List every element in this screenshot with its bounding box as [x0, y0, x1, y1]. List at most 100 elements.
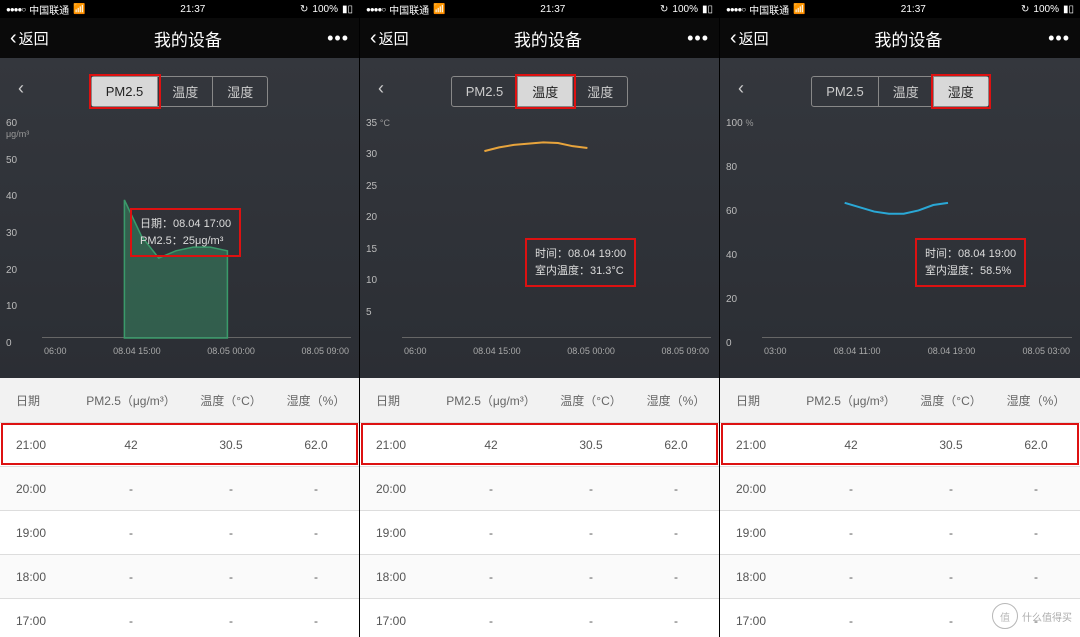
- table-row[interactable]: 19:00---: [0, 510, 359, 554]
- more-button[interactable]: •••: [1048, 28, 1070, 49]
- td-humid: -: [636, 526, 716, 540]
- table-row[interactable]: 21:004230.562.0: [0, 422, 359, 466]
- loading-icon: ↻: [300, 4, 308, 15]
- td-pm25: -: [796, 570, 906, 584]
- th-humid: 湿度（%）: [636, 392, 716, 409]
- tab-humid[interactable]: 湿度: [213, 77, 267, 106]
- page-title: 我的设备: [514, 26, 582, 51]
- td-temp: -: [546, 570, 636, 584]
- tab-pm25[interactable]: PM2.5: [452, 77, 519, 106]
- plot-area[interactable]: 03:0008.04 11:0008.04 19:0008.05 03:00: [762, 120, 1072, 338]
- x-tick: 06:00: [44, 346, 67, 356]
- carrier-label: 中国联通: [749, 2, 789, 17]
- td-pm25: -: [436, 526, 546, 540]
- tab-row: ‹ PM2.5温度湿度: [370, 76, 709, 107]
- back-button[interactable]: ‹返回: [370, 27, 409, 50]
- data-table[interactable]: 日期PM2.5（μg/m³）温度（°C）湿度（%）21:004230.562.0…: [0, 378, 359, 637]
- table-row[interactable]: 19:00---: [720, 510, 1080, 554]
- back-button[interactable]: ‹返回: [10, 27, 49, 50]
- wifi-icon: 📶: [73, 4, 85, 15]
- data-table[interactable]: 日期PM2.5（μg/m³）温度（°C）湿度（%）21:004230.562.0…: [720, 378, 1080, 637]
- chevron-left-icon[interactable]: ‹: [18, 78, 24, 99]
- table-row[interactable]: 18:00---: [720, 554, 1080, 598]
- x-tick: 08.05 09:00: [301, 346, 349, 356]
- x-tick: 08.04 11:00: [834, 346, 881, 356]
- battery-icon: ▮▯: [342, 4, 353, 15]
- th-temp: 温度（°C）: [906, 392, 996, 409]
- table-row[interactable]: 18:00---: [0, 554, 359, 598]
- table-row[interactable]: 19:00---: [360, 510, 719, 554]
- y-axis: 35 °C30252015105: [366, 118, 400, 338]
- td-humid: -: [996, 570, 1076, 584]
- plot-area[interactable]: 06:0008.04 15:0008.05 00:0008.05 09:00: [402, 120, 711, 338]
- td-temp: -: [186, 482, 276, 496]
- table-row[interactable]: 20:00---: [0, 466, 359, 510]
- table-row[interactable]: 17:00---: [0, 598, 359, 637]
- chevron-left-icon: ‹: [730, 27, 737, 50]
- tab-row: ‹ PM2.5温度湿度: [10, 76, 349, 107]
- td-humid: -: [276, 526, 356, 540]
- table-row[interactable]: 18:00---: [360, 554, 719, 598]
- tab-humid[interactable]: 湿度: [934, 77, 988, 106]
- x-ticks: 06:0008.04 15:0008.05 00:0008.05 09:00: [402, 346, 711, 356]
- x-ticks: 06:0008.04 15:0008.05 00:0008.05 09:00: [42, 346, 351, 356]
- td-pm25: -: [76, 482, 186, 496]
- chevron-left-icon[interactable]: ‹: [738, 78, 744, 99]
- td-temp: -: [906, 614, 996, 628]
- td-pm25: -: [76, 526, 186, 540]
- th-humid: 湿度（%）: [276, 392, 356, 409]
- more-button[interactable]: •••: [687, 28, 709, 49]
- td-pm25: -: [796, 614, 906, 628]
- chart-tooltip: 日期：08.04 17:00PM2.5：25μg/m³: [130, 208, 241, 257]
- table-row[interactable]: 20:00---: [720, 466, 1080, 510]
- table-row[interactable]: 17:00---: [720, 598, 1080, 637]
- table-row[interactable]: 17:00---: [360, 598, 719, 637]
- more-button[interactable]: •••: [327, 28, 349, 49]
- td-time: 19:00: [726, 526, 796, 540]
- tooltip-line-2: 室内湿度：58.5%: [925, 263, 1016, 280]
- back-label: 返回: [739, 28, 769, 49]
- td-time: 21:00: [726, 438, 796, 452]
- x-tick: 08.04 15:00: [473, 346, 521, 356]
- x-tick: 03:00: [764, 346, 787, 356]
- td-humid: 62.0: [636, 438, 716, 452]
- table-row[interactable]: 21:004230.562.0: [360, 422, 719, 466]
- th-humid: 湿度（%）: [996, 392, 1076, 409]
- tab-pm25[interactable]: PM2.5: [92, 77, 159, 106]
- td-temp: -: [906, 526, 996, 540]
- th-temp: 温度（°C）: [546, 392, 636, 409]
- th-pm25: PM2.5（μg/m³）: [76, 392, 186, 409]
- th-temp: 温度（°C）: [186, 392, 276, 409]
- tab-pm25[interactable]: PM2.5: [812, 77, 879, 106]
- table-row[interactable]: 21:004230.562.0: [720, 422, 1080, 466]
- tab-temp[interactable]: 温度: [158, 77, 213, 106]
- td-humid: -: [276, 614, 356, 628]
- td-time: 20:00: [366, 482, 436, 496]
- tab-humid[interactable]: 湿度: [573, 77, 627, 106]
- page-title: 我的设备: [154, 26, 222, 51]
- th-date: 日期: [366, 392, 436, 409]
- td-time: 19:00: [6, 526, 76, 540]
- td-humid: -: [276, 482, 356, 496]
- td-humid: -: [996, 482, 1076, 496]
- td-temp: -: [906, 482, 996, 496]
- chevron-left-icon[interactable]: ‹: [378, 78, 384, 99]
- carrier-label: 中国联通: [29, 2, 69, 17]
- td-time: 17:00: [366, 614, 436, 628]
- td-time: 20:00: [726, 482, 796, 496]
- chevron-left-icon: ‹: [370, 27, 377, 50]
- td-humid: -: [996, 614, 1076, 628]
- y-unit: %: [745, 118, 753, 128]
- tab-temp[interactable]: 温度: [879, 77, 934, 106]
- td-time: 21:00: [366, 438, 436, 452]
- loading-icon: ↻: [1021, 4, 1029, 15]
- loading-icon: ↻: [660, 4, 668, 15]
- table-row[interactable]: 20:00---: [360, 466, 719, 510]
- td-temp: 30.5: [546, 438, 636, 452]
- td-temp: 30.5: [906, 438, 996, 452]
- table-header: 日期PM2.5（μg/m³）温度（°C）湿度（%）: [360, 378, 719, 422]
- td-time: 18:00: [6, 570, 76, 584]
- back-button[interactable]: ‹返回: [730, 27, 769, 50]
- data-table[interactable]: 日期PM2.5（μg/m³）温度（°C）湿度（%）21:004230.562.0…: [360, 378, 719, 637]
- tab-temp[interactable]: 温度: [518, 77, 573, 106]
